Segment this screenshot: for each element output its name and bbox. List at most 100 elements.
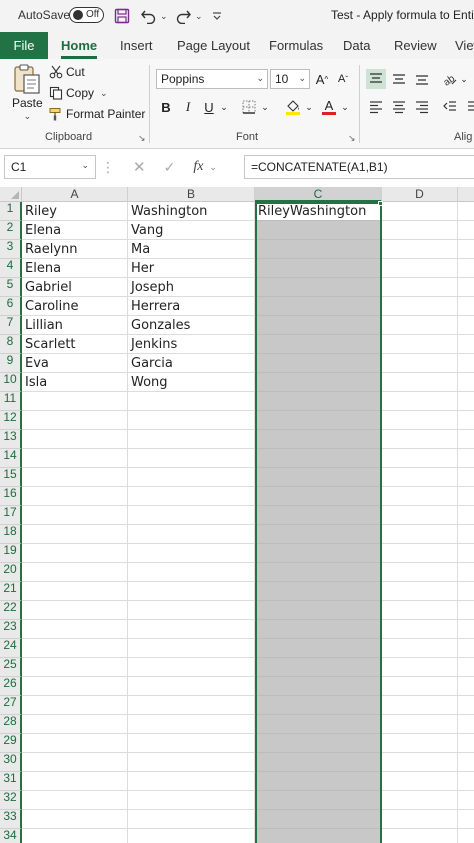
cell-d29[interactable] [382,734,458,753]
column-header-e[interactable] [458,187,474,202]
cell-c30[interactable] [255,753,382,772]
redo-icon[interactable] [174,6,192,26]
cell-d1[interactable] [382,202,458,221]
italic-button[interactable]: I [180,97,196,117]
cell-d9[interactable] [382,354,458,373]
cell-a1[interactable]: Riley [22,202,128,221]
cell-d19[interactable] [382,544,458,563]
clipboard-launcher-icon[interactable]: ↘ [138,133,146,144]
cell-d34[interactable] [382,829,458,843]
cell-c18[interactable] [255,525,382,544]
cell-d15[interactable] [382,468,458,487]
cell-a19[interactable] [22,544,128,563]
row-header[interactable]: 9 [0,354,22,373]
borders-dropdown-icon[interactable]: ⌄ [260,97,270,117]
cell-b27[interactable] [128,696,255,715]
cell-b6[interactable]: Herrera [128,297,255,316]
cell-d3[interactable] [382,240,458,259]
cell-c33[interactable] [255,810,382,829]
cell-c34[interactable] [255,829,382,843]
font-name-select[interactable]: Poppins ⌄ [156,69,268,89]
decrease-indent-icon[interactable] [440,97,460,117]
column-header-a[interactable]: A [22,187,128,202]
cell-d13[interactable] [382,430,458,449]
cell-a32[interactable] [22,791,128,810]
fx-dropdown-icon[interactable]: ⌄ [209,162,217,173]
column-header-b[interactable]: B [128,187,255,202]
cell-a6[interactable]: Caroline [22,297,128,316]
cut-button[interactable]: Cut [49,65,85,79]
cell-b23[interactable] [128,620,255,639]
cell-a27[interactable] [22,696,128,715]
cell-a14[interactable] [22,449,128,468]
cell-e31[interactable] [458,772,474,791]
tab-insert[interactable]: Insert [120,38,153,53]
cell-b1[interactable]: Washington [128,202,255,221]
fill-color-icon[interactable] [284,97,302,117]
cell-d31[interactable] [382,772,458,791]
cell-c26[interactable] [255,677,382,696]
cell-b30[interactable] [128,753,255,772]
cell-a9[interactable]: Eva [22,354,128,373]
cell-c19[interactable] [255,544,382,563]
cell-c25[interactable] [255,658,382,677]
cell-e3[interactable] [458,240,474,259]
cell-c5[interactable] [255,278,382,297]
cell-b9[interactable]: Garcia [128,354,255,373]
fill-color-dropdown-icon[interactable]: ⌄ [304,97,314,117]
row-header[interactable]: 15 [0,468,22,487]
cell-a5[interactable]: Gabriel [22,278,128,297]
cell-d8[interactable] [382,335,458,354]
cell-e8[interactable] [458,335,474,354]
cell-e10[interactable] [458,373,474,392]
tab-formulas[interactable]: Formulas [269,38,323,53]
cell-b11[interactable] [128,392,255,411]
decrease-font-size-icon[interactable]: Aˇ [334,69,352,89]
cell-e13[interactable] [458,430,474,449]
row-header[interactable]: 28 [0,715,22,734]
cell-e1[interactable] [458,202,474,221]
cell-e29[interactable] [458,734,474,753]
cell-b14[interactable] [128,449,255,468]
align-bottom-icon[interactable] [412,69,432,89]
align-left-icon[interactable] [366,97,386,117]
cell-d14[interactable] [382,449,458,468]
font-size-select[interactable]: 10 ⌄ [270,69,310,89]
cell-d2[interactable] [382,221,458,240]
row-header[interactable]: 2 [0,221,22,240]
row-header[interactable]: 32 [0,791,22,810]
cell-d25[interactable] [382,658,458,677]
cell-c22[interactable] [255,601,382,620]
cell-b24[interactable] [128,639,255,658]
cell-c7[interactable] [255,316,382,335]
cell-c12[interactable] [255,411,382,430]
row-header[interactable]: 12 [0,411,22,430]
name-box[interactable]: C1 ⌄ [4,155,96,179]
row-header[interactable]: 24 [0,639,22,658]
align-right-icon[interactable] [412,97,432,117]
cell-c28[interactable] [255,715,382,734]
cell-b13[interactable] [128,430,255,449]
save-icon[interactable] [114,6,130,26]
cell-d24[interactable] [382,639,458,658]
font-color-dropdown-icon[interactable]: ⌄ [340,97,350,117]
cell-b21[interactable] [128,582,255,601]
cell-c21[interactable] [255,582,382,601]
cell-c15[interactable] [255,468,382,487]
underline-button[interactable]: U [201,97,217,117]
cell-e34[interactable] [458,829,474,843]
cell-b16[interactable] [128,487,255,506]
cell-a29[interactable] [22,734,128,753]
cell-b26[interactable] [128,677,255,696]
cell-a30[interactable] [22,753,128,772]
cell-d5[interactable] [382,278,458,297]
cell-e24[interactable] [458,639,474,658]
cell-e32[interactable] [458,791,474,810]
row-header[interactable]: 19 [0,544,22,563]
cell-e17[interactable] [458,506,474,525]
row-header[interactable]: 6 [0,297,22,316]
cell-c16[interactable] [255,487,382,506]
cell-e26[interactable] [458,677,474,696]
cell-e6[interactable] [458,297,474,316]
cell-e15[interactable] [458,468,474,487]
